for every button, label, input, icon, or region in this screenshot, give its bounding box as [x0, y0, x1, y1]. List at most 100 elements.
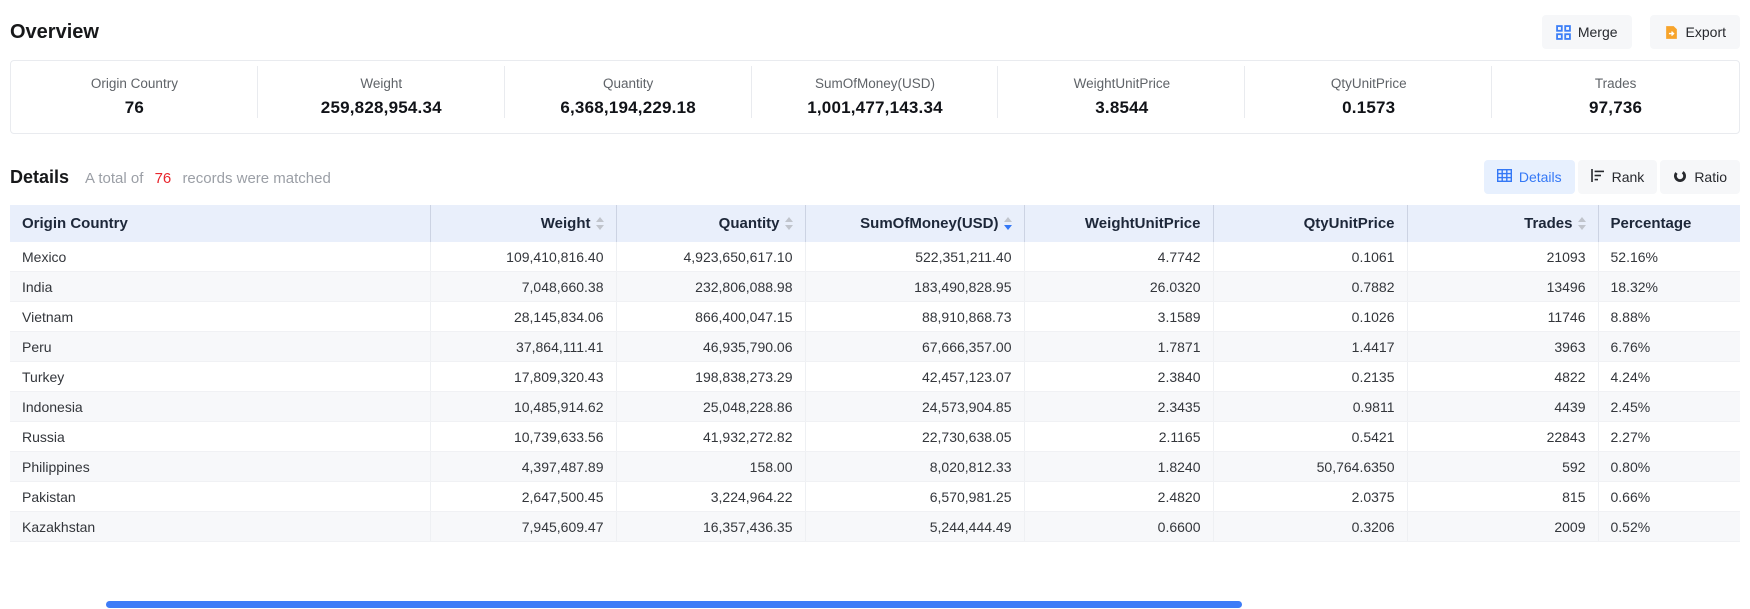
cell-trades: 13496: [1407, 272, 1598, 302]
column-label: Trades: [1524, 215, 1572, 232]
horizontal-scrollbar-thumb[interactable]: [106, 601, 1242, 608]
cell-trades: 22843: [1407, 422, 1598, 452]
cell-weightunitprice: 3.1589: [1024, 302, 1213, 332]
overview-stat-origin-country: Origin Country76: [11, 76, 258, 118]
cell-trades: 21093: [1407, 242, 1598, 272]
column-label: Origin Country: [22, 215, 128, 232]
export-button[interactable]: Export: [1650, 15, 1740, 49]
cell-weightunitprice: 2.3435: [1024, 392, 1213, 422]
details-table: Origin Country Weight Quantity SumOfMoney(U…: [10, 205, 1740, 542]
details-heading: Details A total of 76 records were match…: [10, 167, 331, 188]
cell-weight: 7,945,609.47: [430, 512, 616, 542]
cell-quantity: 232,806,088.98: [616, 272, 805, 302]
cell-weight: 37,864,111.41: [430, 332, 616, 362]
cell-quantity: 16,357,436.35: [616, 512, 805, 542]
cell-qtyunitprice: 0.3206: [1213, 512, 1407, 542]
cell-sumofmoney-usd: 6,570,981.25: [805, 482, 1024, 512]
cell-percentage: 0.80%: [1598, 452, 1740, 482]
column-header-weight[interactable]: Weight: [430, 205, 616, 242]
sort-carets-icon[interactable]: [1004, 217, 1012, 230]
overview-stat-trades: Trades97,736: [1492, 76, 1739, 118]
view-tab-ratio[interactable]: Ratio: [1660, 160, 1740, 194]
overview-stat-weightunitprice: WeightUnitPrice3.8544: [998, 76, 1245, 118]
cell-weight: 10,739,633.56: [430, 422, 616, 452]
cell-weightunitprice: 1.8240: [1024, 452, 1213, 482]
cell-sumofmoney-usd: 522,351,211.40: [805, 242, 1024, 272]
column-label: Quantity: [719, 215, 780, 232]
merge-button[interactable]: Merge: [1542, 15, 1632, 49]
cell-origin-country: Kazakhstan: [10, 512, 430, 542]
cell-weightunitprice: 2.1165: [1024, 422, 1213, 452]
view-tab-label: Rank: [1612, 169, 1645, 185]
cell-sumofmoney-usd: 22,730,638.05: [805, 422, 1024, 452]
cell-quantity: 866,400,047.15: [616, 302, 805, 332]
cell-weight: 2,647,500.45: [430, 482, 616, 512]
cell-percentage: 4.24%: [1598, 362, 1740, 392]
cell-percentage: 8.88%: [1598, 302, 1740, 332]
cell-weightunitprice: 4.7742: [1024, 242, 1213, 272]
cell-quantity: 41,932,272.82: [616, 422, 805, 452]
cell-weight: 28,145,834.06: [430, 302, 616, 332]
cell-qtyunitprice: 0.9811: [1213, 392, 1407, 422]
cell-weight: 7,048,660.38: [430, 272, 616, 302]
sort-carets-icon[interactable]: [1578, 217, 1586, 230]
cell-qtyunitprice: 0.2135: [1213, 362, 1407, 392]
cell-origin-country: Philippines: [10, 452, 430, 482]
cell-qtyunitprice: 0.5421: [1213, 422, 1407, 452]
rank-bars-icon: [1591, 169, 1605, 185]
cell-trades: 592: [1407, 452, 1598, 482]
column-header-trades[interactable]: Trades: [1407, 205, 1598, 242]
cell-quantity: 4,923,650,617.10: [616, 242, 805, 272]
record-count: 76: [155, 170, 172, 187]
donut-pie-icon: [1673, 169, 1687, 186]
cell-qtyunitprice: 1.4417: [1213, 332, 1407, 362]
summary-prefix: A total of: [85, 170, 143, 187]
cell-weightunitprice: 1.7871: [1024, 332, 1213, 362]
cell-quantity: 46,935,790.06: [616, 332, 805, 362]
column-label: Weight: [541, 215, 591, 232]
table-row-pakistan: Pakistan2,647,500.453,224,964.226,570,98…: [10, 482, 1740, 512]
stat-value: 97,736: [1492, 98, 1739, 118]
cell-weightunitprice: 26.0320: [1024, 272, 1213, 302]
cell-sumofmoney-usd: 5,244,444.49: [805, 512, 1024, 542]
cell-weight: 10,485,914.62: [430, 392, 616, 422]
stat-value: 259,828,954.34: [258, 98, 505, 118]
page-header: Overview Merge Export: [10, 0, 1740, 60]
view-tab-label: Ratio: [1694, 169, 1727, 185]
column-header-sumofmoney-usd[interactable]: SumOfMoney(USD): [805, 205, 1024, 242]
cell-trades: 2009: [1407, 512, 1598, 542]
view-tab-details[interactable]: Details: [1484, 160, 1575, 194]
cell-origin-country: Pakistan: [10, 482, 430, 512]
column-label: SumOfMoney(USD): [860, 215, 998, 232]
cell-percentage: 0.52%: [1598, 512, 1740, 542]
cell-weightunitprice: 2.4820: [1024, 482, 1213, 512]
column-header-quantity[interactable]: Quantity: [616, 205, 805, 242]
cell-weight: 109,410,816.40: [430, 242, 616, 272]
overview-page: Overview Merge Export Origin Country76We…: [0, 0, 1750, 542]
table-row-peru: Peru37,864,111.4146,935,790.0667,666,357…: [10, 332, 1740, 362]
sort-carets-icon[interactable]: [785, 217, 793, 230]
cell-origin-country: Russia: [10, 422, 430, 452]
cell-trades: 815: [1407, 482, 1598, 512]
stat-value: 76: [11, 98, 258, 118]
column-label: QtyUnitPrice: [1304, 215, 1395, 232]
cell-trades: 4822: [1407, 362, 1598, 392]
table-row-philippines: Philippines4,397,487.89158.008,020,812.3…: [10, 452, 1740, 482]
sort-carets-icon[interactable]: [596, 217, 604, 230]
column-header-percentage: Percentage: [1598, 205, 1740, 242]
overview-stat-sumofmoney-usd: SumOfMoney(USD)1,001,477,143.34: [752, 76, 999, 118]
overview-stats-card: Origin Country76Weight259,828,954.34Quan…: [10, 60, 1740, 134]
cell-trades: 11746: [1407, 302, 1598, 332]
cell-origin-country: Indonesia: [10, 392, 430, 422]
cell-percentage: 6.76%: [1598, 332, 1740, 362]
details-title: Details: [10, 167, 69, 188]
table-row-kazakhstan: Kazakhstan7,945,609.4716,357,436.355,244…: [10, 512, 1740, 542]
cell-quantity: 198,838,273.29: [616, 362, 805, 392]
table-row-vietnam: Vietnam28,145,834.06866,400,047.1588,910…: [10, 302, 1740, 332]
cell-qtyunitprice: 0.1026: [1213, 302, 1407, 332]
stat-label: SumOfMoney(USD): [752, 76, 999, 91]
view-tab-rank[interactable]: Rank: [1578, 160, 1658, 194]
cell-qtyunitprice: 50,764.6350: [1213, 452, 1407, 482]
page-title: Overview: [10, 21, 99, 44]
cell-origin-country: Turkey: [10, 362, 430, 392]
